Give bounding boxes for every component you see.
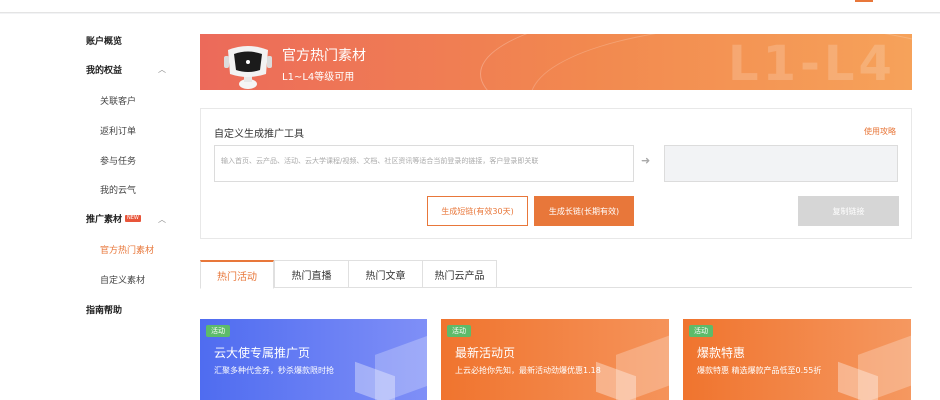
activity-card[interactable]: 活动 云大使专属推广页 汇聚多种代金券，秒杀爆款限时抢	[200, 319, 427, 400]
sidebar-item-overview[interactable]: 账户概览	[86, 34, 122, 47]
sidebar-item-join-tasks[interactable]: 参与任务	[100, 154, 136, 167]
card-title: 云大使专属推广页	[214, 346, 311, 360]
banner-subtitle: L1~L4等级可用	[282, 72, 355, 83]
activity-card[interactable]: 活动 爆款特惠 爆款特惠 精选爆款产品低至0.55折	[683, 319, 911, 400]
generate-short-link-button[interactable]: 生成短链(有效30天)	[427, 196, 528, 226]
card-description: 爆款特惠 精选爆款产品低至0.55折	[697, 366, 822, 375]
chevron-up-icon[interactable]: ︿	[158, 64, 166, 75]
tab-hot-cloud-products[interactable]: 热门云产品	[422, 260, 497, 288]
tab-hot-activities[interactable]: 热门活动	[200, 260, 274, 289]
main-content: 官方热门素材 L1~L4等级可用 L1-L4 自定义生成推广工具 使用攻略 输入…	[185, 14, 940, 400]
sidebar-item-guide-help[interactable]: 指南帮助	[86, 303, 122, 316]
tab-hot-live[interactable]: 热门直播	[274, 260, 349, 288]
banner-title: 官方热门素材	[282, 48, 366, 64]
activity-tag: 活动	[689, 325, 713, 337]
card-title: 最新活动页	[455, 346, 516, 360]
top-accent	[855, 0, 873, 2]
activity-tag: 活动	[206, 325, 230, 337]
robot-icon	[224, 46, 272, 89]
arrow-right-icon: ➜	[641, 154, 651, 167]
top-bar	[0, 0, 940, 13]
tab-hot-articles[interactable]: 热门文章	[348, 260, 423, 288]
link-input[interactable]: 输入首页、云产品、活动、云大学课程/视频、文档、社区资讯等适合当前登录的链接，客…	[214, 145, 634, 182]
banner: 官方热门素材 L1~L4等级可用 L1-L4	[200, 34, 912, 90]
copy-link-button[interactable]: 复制链接	[798, 196, 899, 226]
sidebar-item-custom-material[interactable]: 自定义素材	[100, 273, 145, 286]
sidebar-item-promo-material[interactable]: 推广素材 NEW	[86, 212, 141, 225]
banner-watermark: L1-L4	[728, 36, 896, 90]
card-description: 上云必抢你先知，最新活动劲爆优惠1.18	[455, 366, 601, 375]
generated-link-output[interactable]	[664, 145, 898, 182]
sidebar-item-rebate-orders[interactable]: 返利订单	[100, 124, 136, 137]
sidebar-item-official-material[interactable]: 官方热门素材	[100, 243, 154, 256]
activity-card[interactable]: 活动 最新活动页 上云必抢你先知，最新活动劲爆优惠1.18	[441, 319, 669, 400]
sidebar-item-my-rights[interactable]: 我的权益	[86, 63, 122, 76]
tool-title: 自定义生成推广工具	[214, 129, 304, 140]
tab-bar: 热门活动 热门直播 热门文章 热门云产品	[200, 260, 912, 289]
sidebar-item-related-customers[interactable]: 关联客户	[100, 94, 136, 107]
sidebar-item-label: 推广素材	[86, 215, 123, 225]
help-link[interactable]: 使用攻略	[864, 126, 896, 137]
sidebar-item-my-cloud[interactable]: 我的云气	[100, 183, 136, 196]
generate-long-link-button[interactable]: 生成长链(长期有效)	[534, 196, 634, 226]
chevron-up-icon[interactable]: ︿	[158, 214, 166, 225]
card-description: 汇聚多种代金券，秒杀爆款限时抢	[214, 366, 334, 375]
card-title: 爆款特惠	[697, 346, 746, 360]
activity-tag: 活动	[447, 325, 471, 337]
link-generator-card: 自定义生成推广工具 使用攻略 输入首页、云产品、活动、云大学课程/视频、文档、社…	[200, 108, 912, 239]
new-badge: NEW	[125, 215, 141, 222]
sidebar: 账户概览 我的权益 ︿ 关联客户 返利订单 参与任务 我的云气 推广素材 NEW …	[0, 14, 185, 400]
